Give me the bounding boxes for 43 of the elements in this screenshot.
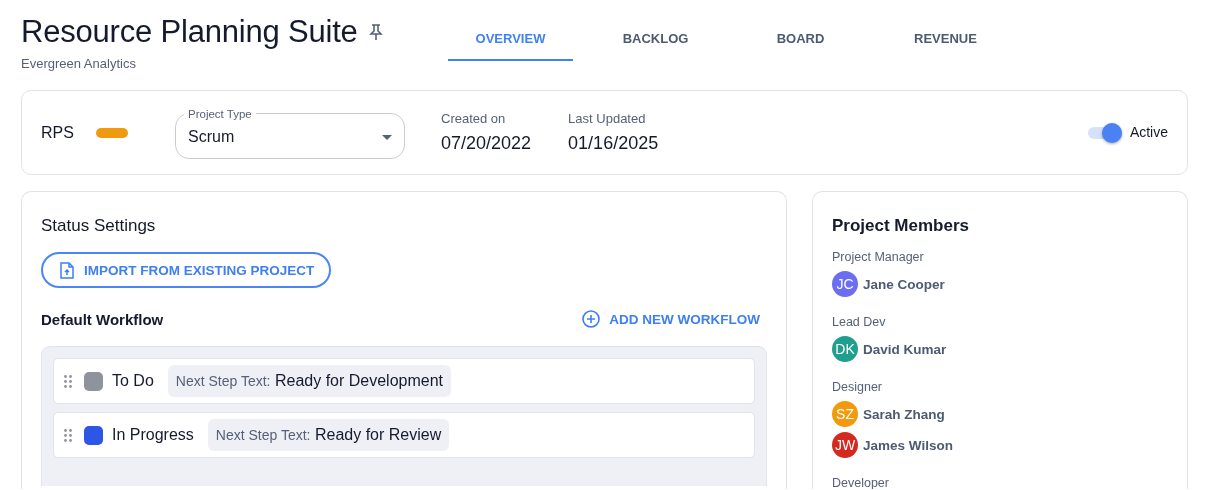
active-toggle[interactable] [1087, 122, 1122, 143]
drag-handle-icon[interactable] [64, 428, 72, 442]
tab[interactable]: REVENUE [883, 17, 1008, 61]
section-title: Project Members [832, 216, 970, 236]
pin-icon[interactable] [367, 23, 384, 41]
add-workflow-button[interactable]: ADD NEW WORKFLOW [582, 310, 767, 328]
date-label: Last Updated [568, 111, 647, 126]
status-name: To Do [112, 372, 154, 390]
page-title: Resource Planning Suite [21, 14, 358, 50]
tab[interactable]: OVERVIEW [448, 17, 573, 61]
role-label: Lead Dev [832, 315, 886, 329]
member-name: James Wilson [863, 437, 953, 453]
avatar: DK [832, 336, 858, 362]
file-upload-icon [60, 261, 74, 279]
role-label: Developer [832, 476, 889, 489]
avatar: JW [832, 432, 858, 458]
avatar: JC [832, 271, 858, 297]
status-name: In Progress [112, 426, 194, 444]
date-value: 07/20/2022 [441, 133, 532, 154]
date-label: Created on [441, 111, 507, 126]
date-value: 01/16/2025 [568, 133, 659, 154]
workflow-title: Default Workflow [41, 310, 164, 328]
workflow-row[interactable]: In Progress Next Step Text: Ready for Review [53, 412, 755, 458]
role-label: Designer [832, 380, 883, 394]
next-step-text: Next Step Text: Ready for Development [167, 365, 451, 397]
member-name: Sarah Zhang [863, 406, 945, 422]
caret-icon [382, 134, 392, 140]
role-label: Project Manager [832, 250, 924, 264]
member-name: Jane Cooper [863, 276, 945, 292]
company-name: Evergreen Analytics [21, 56, 137, 71]
tab[interactable]: BOARD [738, 17, 863, 61]
member-name: David Kumar [863, 341, 947, 357]
toggle-label: Active [1129, 123, 1168, 140]
next-step-text: Next Step Text: Ready for Review [207, 419, 450, 451]
section-title: Status Settings [41, 216, 157, 236]
workflow-row[interactable]: To Do Next Step Text: Ready for Development [53, 358, 755, 404]
import-button[interactable]: IMPORT FROM EXISTING PROJECT [41, 252, 332, 288]
plus-circle-icon [582, 310, 601, 328]
project-key: RPS [41, 123, 96, 142]
project-color-tag [96, 127, 128, 138]
avatar: SZ [832, 401, 858, 427]
tab[interactable]: BACKLOG [593, 17, 718, 61]
drag-handle-icon[interactable] [64, 374, 72, 388]
